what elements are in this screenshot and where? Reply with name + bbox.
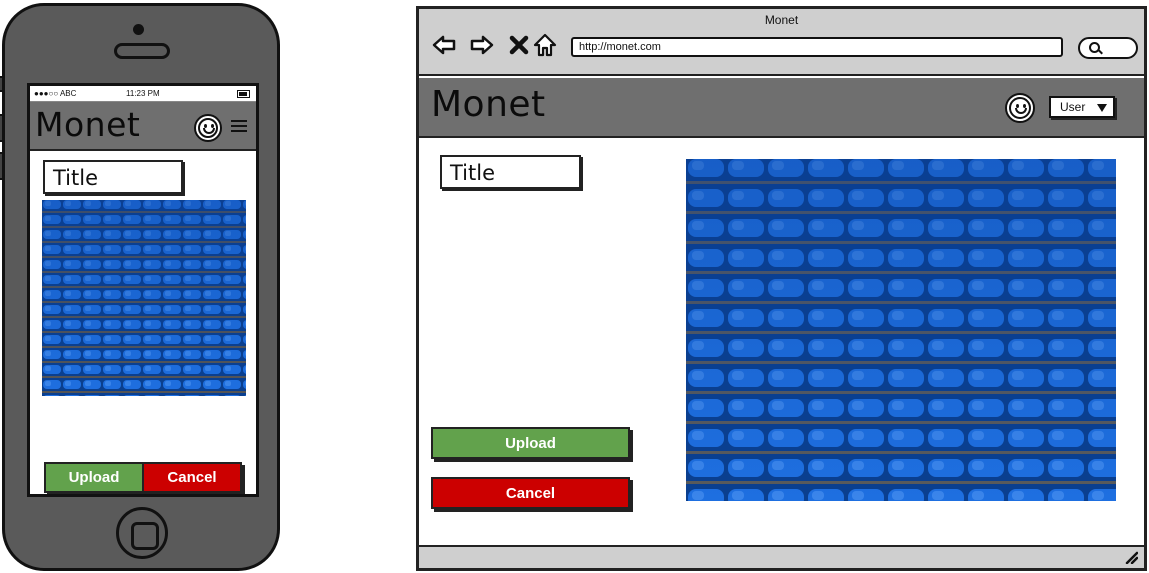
app-title: Monet — [35, 105, 141, 144]
resize-grip-icon[interactable] — [1124, 550, 1138, 564]
user-dropdown[interactable]: User — [1049, 96, 1115, 118]
back-arrow-icon[interactable] — [432, 33, 456, 57]
stadium-seats-photo — [686, 159, 1116, 501]
carrier-signal: ●●●○○ ABC — [34, 89, 77, 98]
url-bar[interactable]: http://monet.com — [571, 37, 1063, 57]
forward-arrow-icon[interactable] — [470, 33, 494, 57]
phone-speaker — [114, 43, 170, 59]
window-title: Monet — [764, 13, 799, 27]
app-title: Monet — [431, 84, 546, 125]
cancel-button[interactable]: Cancel — [431, 477, 630, 509]
phone-volume-up-button — [0, 114, 4, 142]
title-field[interactable]: Title — [440, 155, 581, 189]
phone-mockup: ●●●○○ ABC 11:23 PM Monet Title Upload Ca… — [0, 3, 280, 571]
stop-icon[interactable] — [507, 33, 531, 57]
phone-app-header: Monet — [30, 102, 256, 151]
status-time: 11:23 PM — [126, 89, 160, 98]
hamburger-menu-icon[interactable] — [231, 120, 247, 132]
phone-status-bar: ●●●○○ ABC 11:23 PM — [30, 86, 256, 102]
upload-button[interactable]: Upload — [44, 462, 144, 493]
phone-side-button-top — [0, 76, 4, 92]
browser-status-bar — [419, 545, 1144, 568]
title-field[interactable]: Title — [43, 160, 183, 194]
phone-camera — [133, 24, 144, 35]
battery-icon — [237, 90, 250, 98]
upload-button[interactable]: Upload — [431, 427, 630, 459]
browser-toolbar: Monet http://monet.com — [419, 9, 1144, 76]
user-dropdown-label: User — [1060, 100, 1086, 114]
stadium-seats-photo — [42, 200, 246, 396]
browser-search-field[interactable] — [1078, 37, 1138, 59]
smiley-icon[interactable] — [194, 114, 222, 142]
phone-screen: ●●●○○ ABC 11:23 PM Monet Title Upload Ca… — [27, 83, 259, 497]
chevron-down-icon — [1097, 104, 1107, 112]
browser-window: Monet http://monet.com Monet User Title … — [416, 6, 1147, 571]
browser-app-header: Monet User — [419, 78, 1144, 138]
smiley-icon[interactable] — [1005, 93, 1035, 123]
phone-home-button — [116, 507, 168, 559]
home-icon[interactable] — [533, 33, 557, 57]
cancel-button[interactable]: Cancel — [142, 462, 242, 493]
phone-volume-down-button — [0, 152, 4, 180]
search-icon — [1089, 42, 1100, 53]
